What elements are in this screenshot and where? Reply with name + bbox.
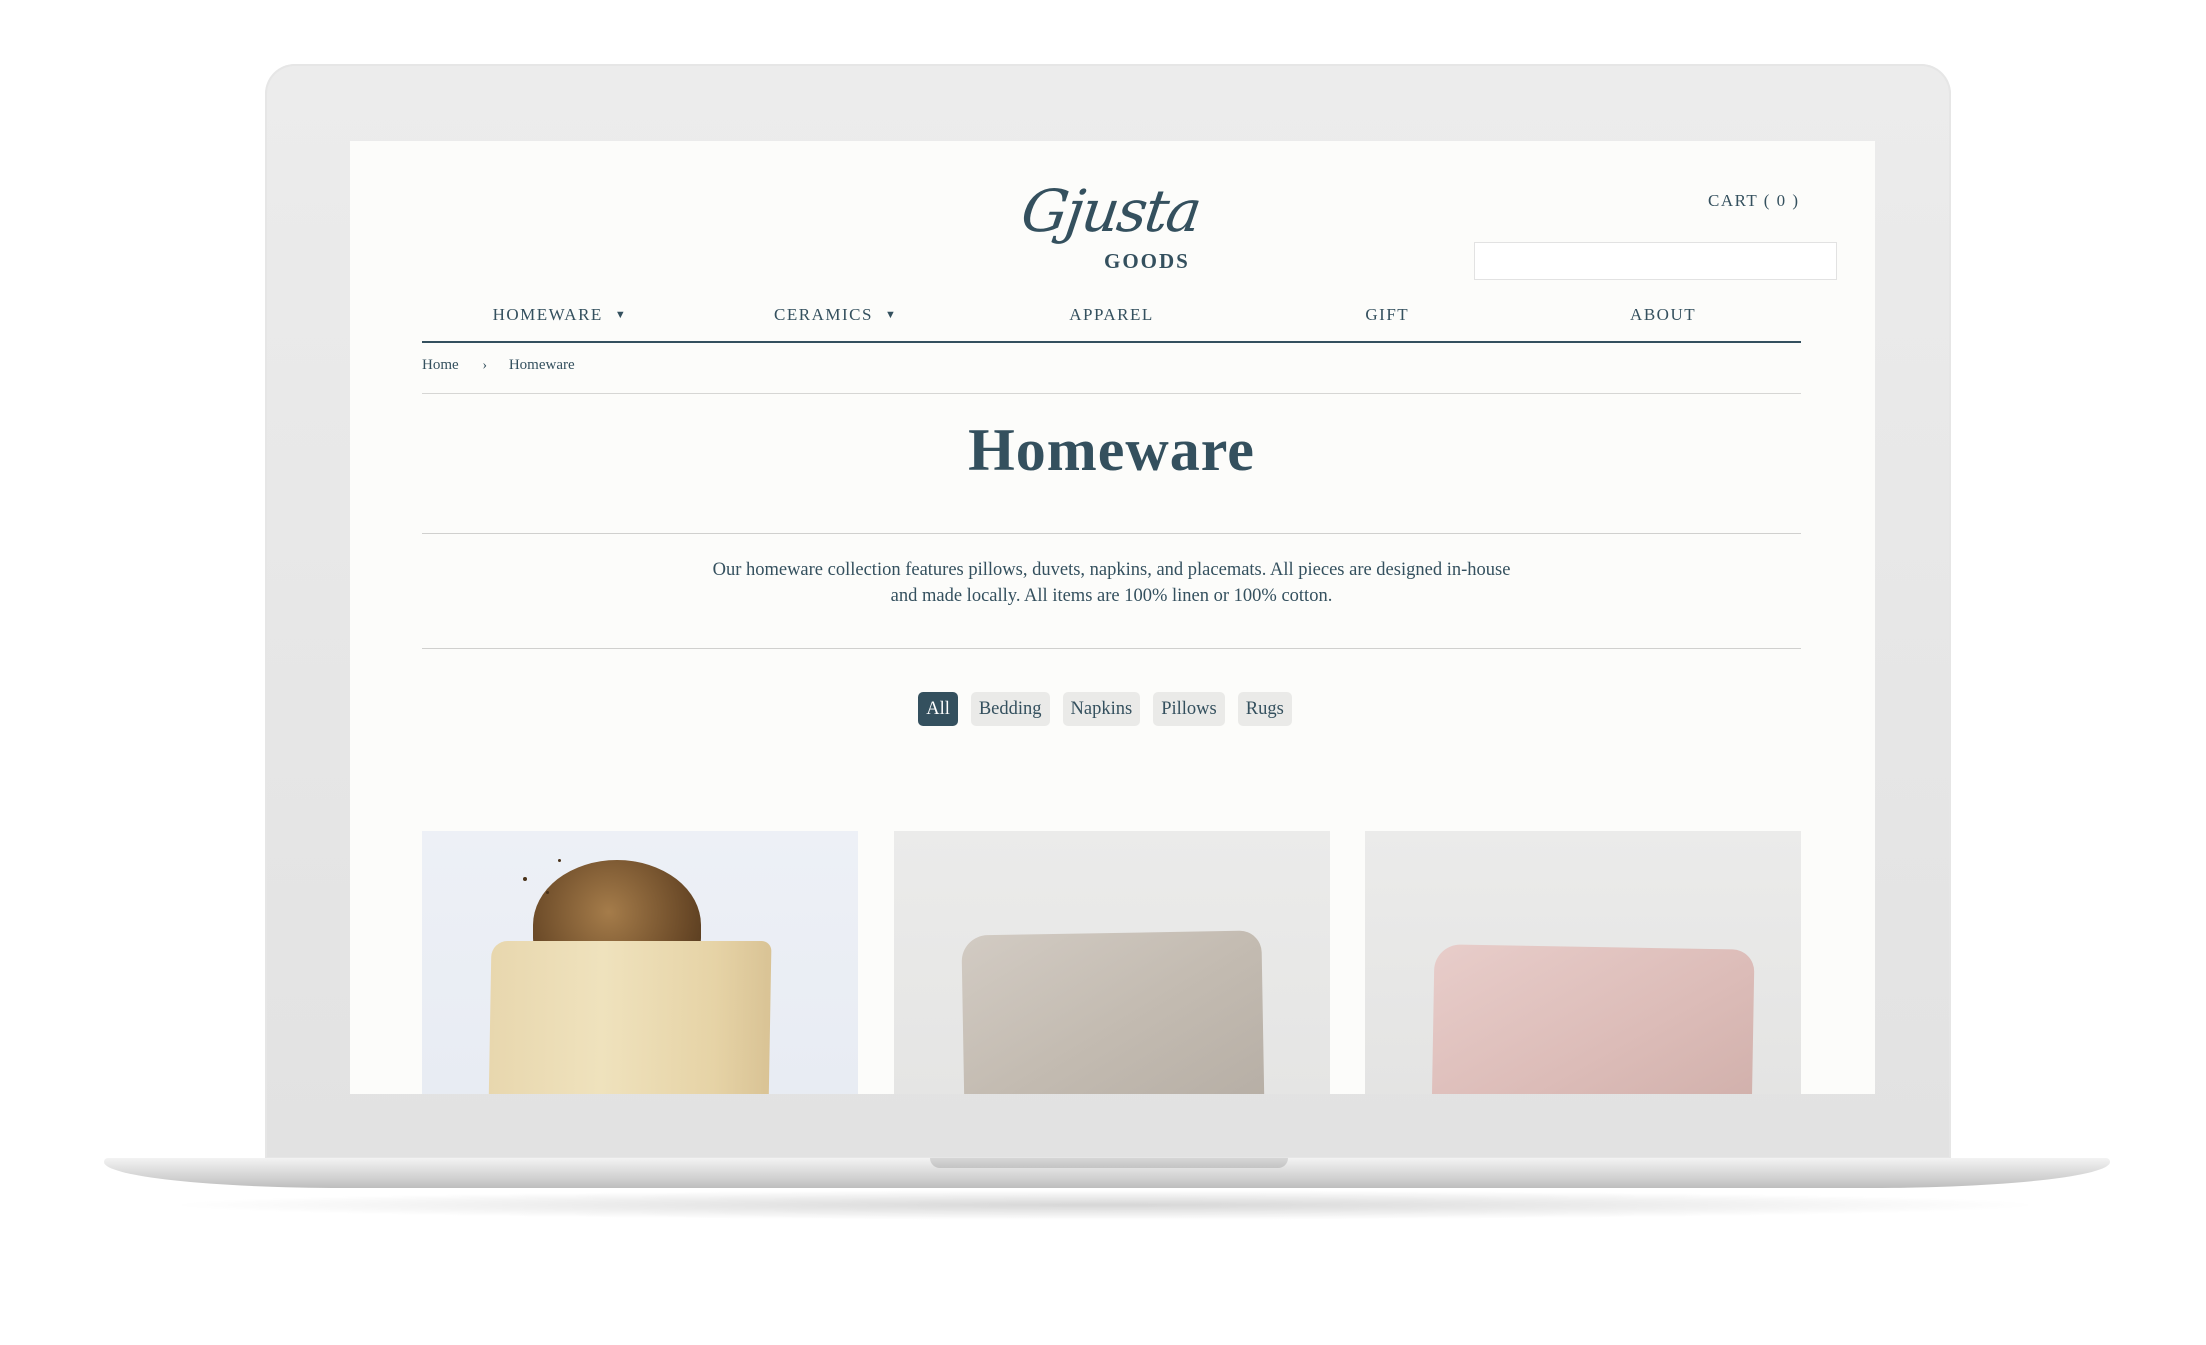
pink-pillow-image (1431, 944, 1755, 1094)
breadcrumb-home-link[interactable]: Home (422, 357, 459, 373)
filter-tag-pillows[interactable]: Pillows (1153, 692, 1225, 726)
nav-item-label: ABOUT (1630, 305, 1697, 324)
logo-script: Gjusta (1017, 177, 1205, 245)
site-logo[interactable]: Gjusta GOODS (1017, 177, 1204, 277)
nav-item-ceramics[interactable]: CERAMICS ▼ (698, 301, 974, 341)
nav-item-apparel[interactable]: APPAREL (974, 301, 1250, 341)
nav-item-label: HOMEWARE (492, 305, 603, 324)
main-nav: HOMEWARE ▼ CERAMICS ▼ APPAREL GIFT ABOUT (422, 301, 1801, 343)
divider (422, 648, 1801, 649)
nav-item-homeware[interactable]: HOMEWARE ▼ (422, 301, 698, 341)
product-card-grey-pillow[interactable] (894, 831, 1330, 1094)
collection-description: Our homeware collection features pillows… (610, 557, 1613, 609)
nav-item-label: GIFT (1365, 305, 1410, 324)
page-title: Homeware (968, 417, 1255, 483)
browser-screen: Gjusta GOODS CART ( 0 ) HOMEWARE ▼ CERAMI… (350, 141, 1875, 1094)
crumb-speck (523, 877, 527, 881)
product-card-pink-pillow[interactable] (1365, 831, 1801, 1094)
product-card-bread-bag[interactable] (422, 831, 858, 1094)
chevron-right-icon: › (482, 358, 488, 373)
description-line: Our homeware collection features pillows… (712, 560, 1511, 580)
nav-item-about[interactable]: ABOUT (1525, 301, 1801, 341)
nav-item-gift[interactable]: GIFT (1249, 301, 1525, 341)
filter-tag-all[interactable]: All (918, 692, 958, 726)
caret-down-icon: ▼ (614, 309, 628, 321)
laptop-notch (930, 1158, 1288, 1168)
logo-goods: GOODS (1104, 249, 1190, 273)
crumb-speck (558, 859, 561, 862)
laptop-shadow (160, 1190, 2050, 1220)
breadcrumb: Home › Homeware (422, 357, 1801, 394)
cart-link[interactable]: CART ( 0 ) (1708, 191, 1800, 211)
linen-bag-image (488, 941, 772, 1094)
filter-tag-napkins[interactable]: Napkins (1062, 692, 1141, 726)
breadcrumb-current: Homeware (508, 357, 575, 373)
filter-tag-rugs[interactable]: Rugs (1237, 692, 1292, 726)
filter-tag-bedding[interactable]: Bedding (970, 692, 1050, 726)
caret-down-icon: ▼ (884, 309, 898, 321)
grey-pillow-image (961, 930, 1265, 1094)
search-input[interactable] (1474, 242, 1837, 280)
nav-item-label: CERAMICS (774, 305, 873, 324)
filter-tags: All Bedding Napkins Pillows Rugs (350, 692, 1875, 726)
description-line: and made locally. All items are 100% lin… (890, 586, 1333, 606)
crumb-speck (546, 891, 549, 894)
nav-item-label: APPAREL (1069, 305, 1154, 324)
divider (422, 533, 1801, 534)
